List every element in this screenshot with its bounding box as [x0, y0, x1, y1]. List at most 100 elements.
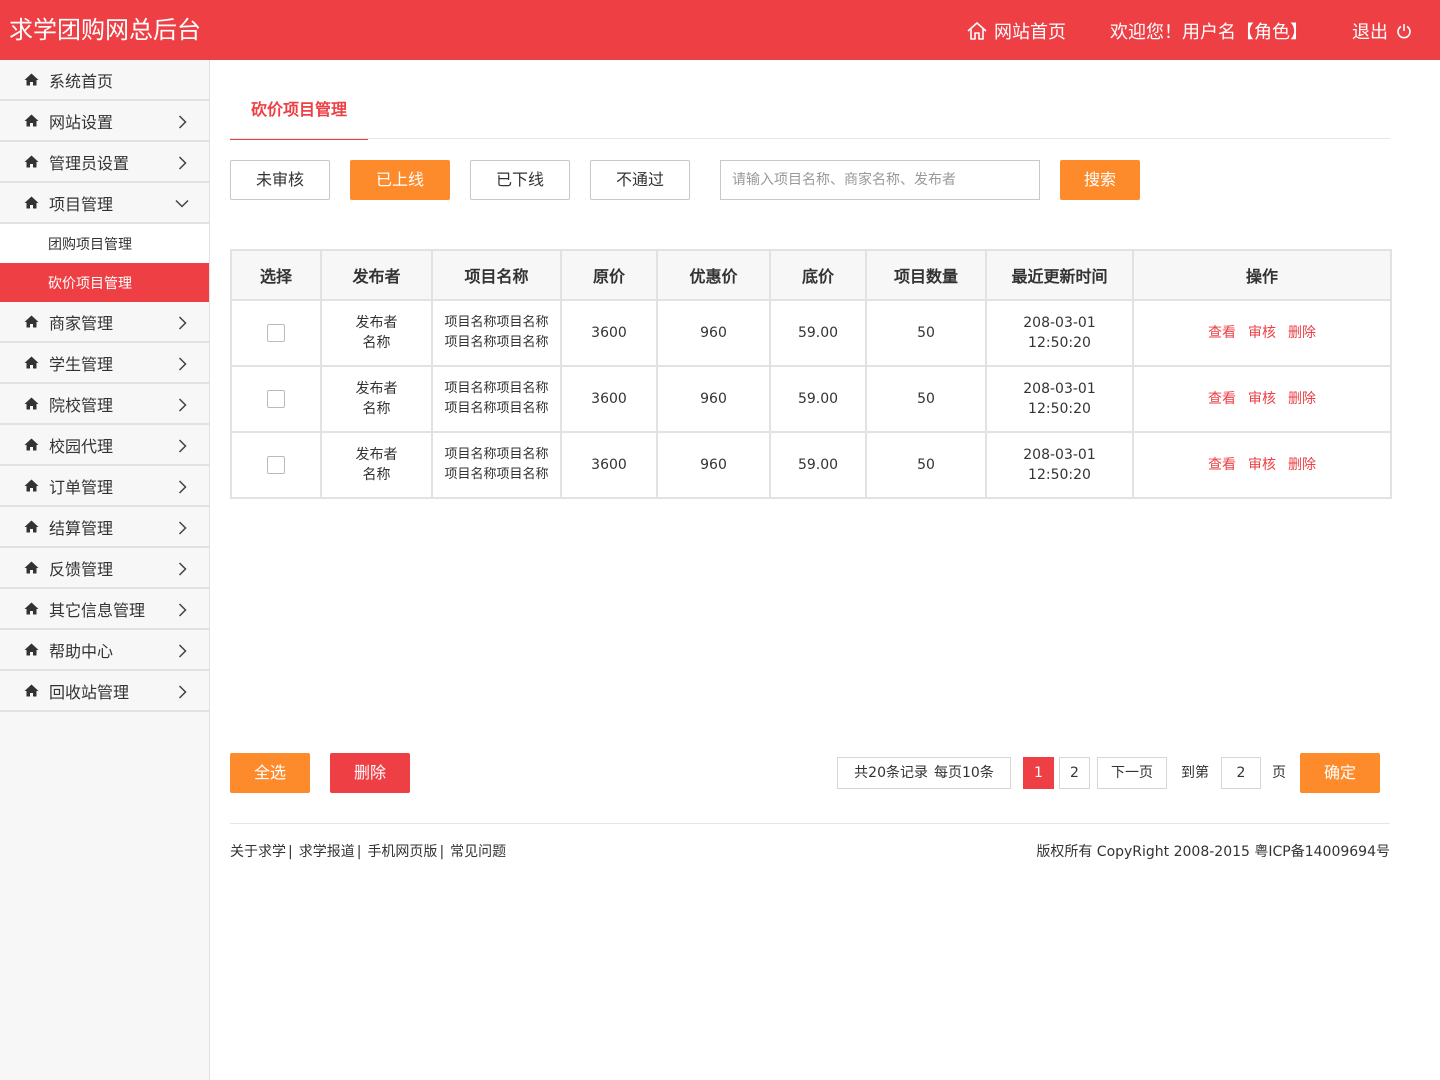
sidebar-item-system-home[interactable]: 系统首页 — [0, 60, 209, 101]
search-button[interactable]: 搜索 — [1060, 160, 1140, 200]
delete-link[interactable]: 删除 — [1288, 325, 1316, 341]
goto-confirm-button[interactable]: 确定 — [1300, 753, 1380, 793]
per-page: 每页10条 — [934, 765, 994, 781]
home-icon — [24, 356, 39, 369]
home-icon — [24, 196, 39, 209]
home-icon — [24, 114, 39, 127]
sidebar-item-site-settings[interactable]: 网站设置 — [0, 101, 209, 142]
floor-price-cell: 59.00 — [769, 365, 867, 433]
view-link[interactable]: 查看 — [1208, 391, 1236, 407]
select-cell — [230, 365, 322, 433]
col-header-actions: 操作 — [1132, 249, 1392, 301]
sidebar-item-order-management[interactable]: 订单管理 — [0, 466, 209, 507]
row-checkbox[interactable] — [267, 456, 285, 474]
chevron-right-icon — [178, 685, 187, 699]
floor-price-cell: 59.00 — [769, 299, 867, 367]
chevron-right-icon — [178, 316, 187, 330]
row-checkbox[interactable] — [267, 390, 285, 408]
updated-date: 208-03-01 — [1023, 315, 1096, 331]
search-input[interactable] — [720, 160, 1040, 200]
filter-pending-button[interactable]: 未审核 — [230, 160, 330, 200]
chevron-down-icon — [175, 199, 189, 208]
discount-price-cell: 960 — [656, 431, 771, 499]
sidebar-item-other-info-management[interactable]: 其它信息管理 — [0, 589, 209, 630]
original-price-cell: 3600 — [560, 431, 658, 499]
table-row: 发布者 名称 项目名称项目名称 项目名称项目名称 3600 960 59.00 50… — [230, 299, 1392, 367]
site-home-link[interactable]: 网站首页 — [966, 18, 1066, 44]
sidebar-item-campus-agents[interactable]: 校园代理 — [0, 425, 209, 466]
view-link[interactable]: 查看 — [1208, 325, 1236, 341]
actions-cell: 查看 审核 删除 — [1132, 365, 1392, 433]
original-price-cell: 3600 — [560, 299, 658, 367]
updated-time-cell: 208-03-01 12:50:20 — [985, 365, 1134, 433]
chevron-right-icon — [178, 357, 187, 371]
sidebar-item-admin-settings[interactable]: 管理员设置 — [0, 142, 209, 183]
delete-link[interactable]: 删除 — [1288, 391, 1316, 407]
sidebar-item-label: 订单管理 — [49, 477, 114, 497]
select-all-button[interactable]: 全选 — [230, 753, 310, 793]
actions-cell: 查看 审核 删除 — [1132, 431, 1392, 499]
home-icon — [24, 73, 39, 86]
footer-link-mobile[interactable]: 手机网页版 — [367, 844, 437, 860]
col-header-discount-price: 优惠价 — [656, 249, 771, 301]
sidebar-item-label: 帮助中心 — [49, 641, 114, 661]
sidebar-item-label: 系统首页 — [49, 71, 114, 91]
project-name-line: 项目名称项目名称 — [444, 335, 549, 350]
filter-rejected-button[interactable]: 不通过 — [590, 160, 690, 200]
footer-link-faq[interactable]: 常见问题 — [450, 844, 506, 860]
sidebar-item-label: 学生管理 — [49, 354, 114, 374]
footer-link-about[interactable]: 关于求学 — [230, 844, 286, 860]
col-header-project-name: 项目名称 — [431, 249, 562, 301]
copyright-text: 版权所有 CopyRight 2008-2015 粤ICP备14009694号 — [1036, 844, 1390, 860]
view-link[interactable]: 查看 — [1208, 457, 1236, 473]
table-row: 发布者 名称 项目名称项目名称 项目名称项目名称 3600 960 59.00 50… — [230, 365, 1392, 433]
goto-page-input[interactable] — [1221, 757, 1261, 789]
filter-online-button[interactable]: 已上线 — [350, 160, 450, 200]
delete-link[interactable]: 删除 — [1288, 457, 1316, 473]
page-button-2[interactable]: 2 — [1059, 757, 1090, 789]
review-link[interactable]: 审核 — [1248, 325, 1276, 341]
sidebar-item-merchant-management[interactable]: 商家管理 — [0, 302, 209, 343]
sidebar-item-school-management[interactable]: 院校管理 — [0, 384, 209, 425]
updated-clock: 12:50:20 — [1028, 401, 1091, 417]
app-title: 求学团购网总后台 — [9, 16, 201, 44]
home-icon — [24, 438, 39, 451]
bulk-delete-button[interactable]: 删除 — [330, 753, 410, 793]
footer-link-news[interactable]: 求学报道 — [299, 844, 355, 860]
footer-separator: | — [288, 844, 293, 860]
sidebar-item-feedback-management[interactable]: 反馈管理 — [0, 548, 209, 589]
actions-cell: 查看 审核 删除 — [1132, 299, 1392, 367]
review-link[interactable]: 审核 — [1248, 457, 1276, 473]
page-button-1[interactable]: 1 — [1023, 757, 1054, 789]
sidebar-item-settlement-management[interactable]: 结算管理 — [0, 507, 209, 548]
sidebar-item-student-management[interactable]: 学生管理 — [0, 343, 209, 384]
goto-label: 到第 — [1181, 765, 1209, 781]
sidebar-item-label: 结算管理 — [49, 518, 114, 538]
tab-bargain-projects[interactable]: 砍价项目管理 — [230, 60, 368, 140]
sidebar-item-label: 管理员设置 — [49, 153, 130, 173]
sidebar-item-help-center[interactable]: 帮助中心 — [0, 630, 209, 671]
publisher-line: 发布者 — [355, 447, 398, 463]
sidebar-item-recycle-bin[interactable]: 回收站管理 — [0, 671, 209, 712]
logout-label: 退出 — [1352, 22, 1388, 43]
sidebar-subitem-bargain-projects[interactable]: 砍价项目管理 — [0, 263, 209, 302]
publisher-line: 发布者 — [355, 315, 398, 331]
updated-time-cell: 208-03-01 12:50:20 — [985, 299, 1134, 367]
project-name-line: 项目名称项目名称 — [444, 315, 549, 330]
home-icon — [24, 561, 39, 574]
home-icon — [24, 479, 39, 492]
chevron-right-icon — [178, 115, 187, 129]
user-welcome[interactable]: 欢迎您！用户名【角色】 — [1110, 18, 1308, 44]
col-header-publisher: 发布者 — [320, 249, 433, 301]
sidebar-item-project-management[interactable]: 项目管理 — [0, 183, 209, 224]
filter-offline-button[interactable]: 已下线 — [470, 160, 570, 200]
review-link[interactable]: 审核 — [1248, 391, 1276, 407]
publisher-line: 发布者 — [355, 381, 398, 397]
site-home-label: 网站首页 — [994, 22, 1066, 43]
sidebar-subitem-groupbuy-projects[interactable]: 团购项目管理 — [0, 224, 209, 263]
sidebar-item-label: 商家管理 — [49, 313, 114, 333]
logout-button[interactable]: 退出 — [1352, 18, 1412, 44]
chevron-right-icon — [178, 439, 187, 453]
row-checkbox[interactable] — [267, 324, 285, 342]
next-page-button[interactable]: 下一页 — [1097, 757, 1167, 789]
